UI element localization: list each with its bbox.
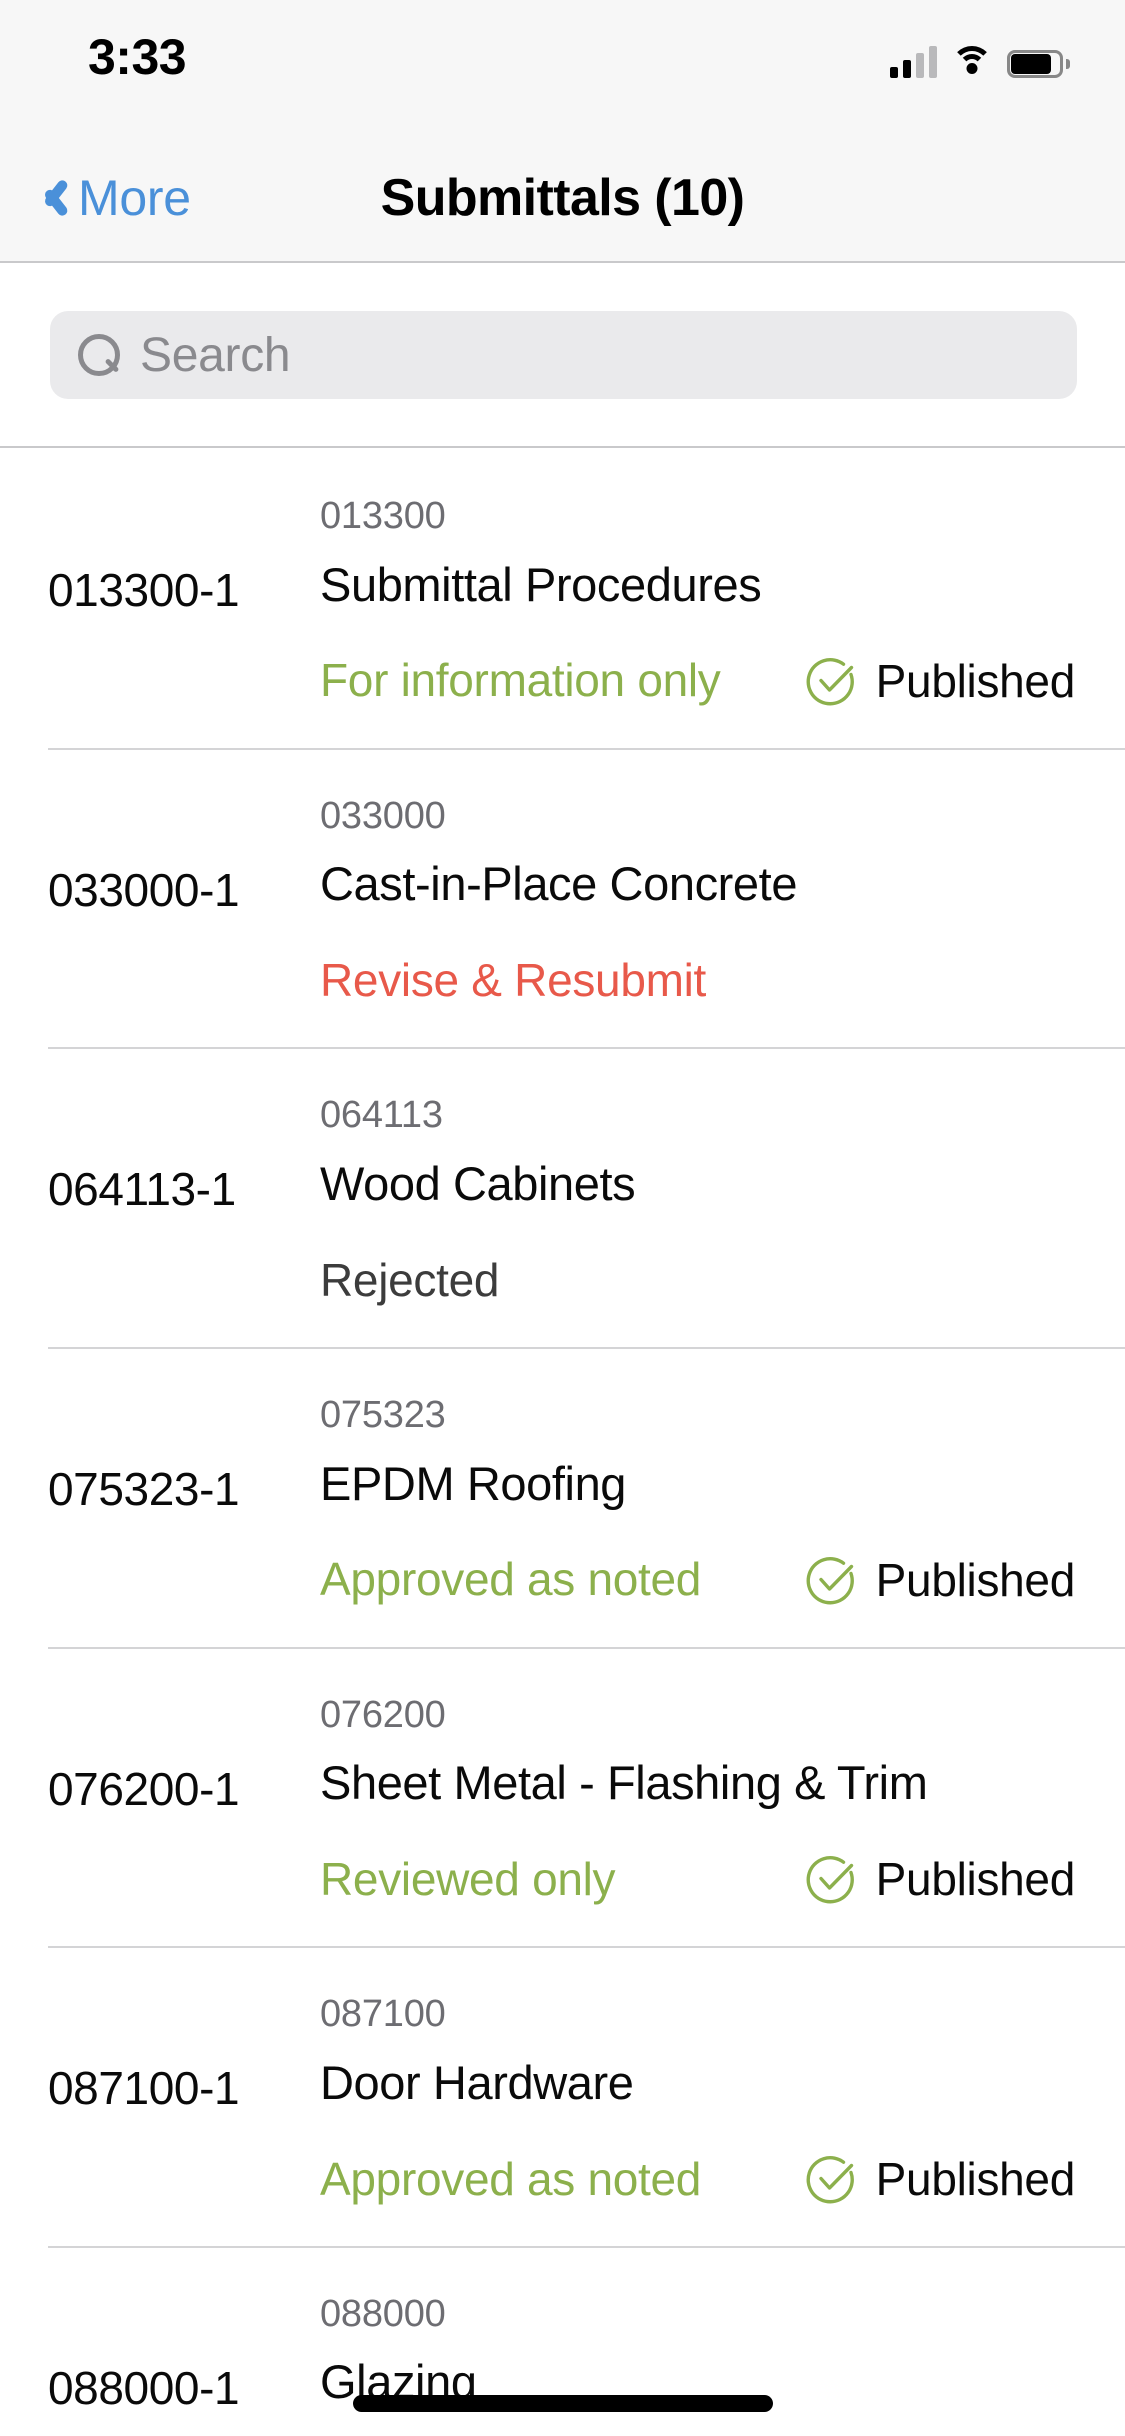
submittal-title: Cast-in-Place Concrete xyxy=(320,857,798,911)
search-input[interactable]: Search xyxy=(50,311,1077,399)
wifi-icon xyxy=(951,46,993,78)
status-badge: Revise & Resubmit xyxy=(320,953,707,1006)
app-screen: 3:33 More Submittals (10) Search 013300-… xyxy=(0,0,1125,2436)
submittal-details: 076200 Sheet Metal - Flashing & Trim Rev… xyxy=(320,1689,1085,1907)
navigation-bar: More Submittals (10) xyxy=(0,132,1125,263)
cellular-signal-icon xyxy=(890,46,937,78)
published-label: Published xyxy=(875,1853,1076,1906)
home-indicator[interactable] xyxy=(352,2395,773,2412)
submittal-status-row: Reviewed only Published xyxy=(320,1852,1085,1906)
published-badge: Published xyxy=(806,654,1075,708)
status-bar: 3:33 xyxy=(0,0,1125,132)
check-circle-icon xyxy=(806,2155,854,2204)
search-placeholder: Search xyxy=(140,328,291,382)
submittal-details: 033000 Cast-in-Place Concrete Revise & R… xyxy=(320,790,1085,1008)
submittal-title: EPDM Roofing xyxy=(320,1456,627,1510)
submittal-details: 064113 Wood Cabinets Rejected Published xyxy=(320,1089,1085,1307)
spec-section-number: 076200 xyxy=(320,1693,446,1736)
submittal-id: 088000-1 xyxy=(48,2361,240,2414)
submittal-title: Sheet Metal - Flashing & Trim xyxy=(320,1756,928,1810)
submittals-list[interactable]: 013300-1 013300 Submittal Procedures For… xyxy=(0,448,1125,2436)
status-badge: Reviewed only xyxy=(320,1852,616,1905)
list-item[interactable]: 033000-1 033000 Cast-in-Place Concrete R… xyxy=(0,747,1125,1048)
submittal-status-row: For information only Published xyxy=(320,654,1085,708)
published-label: Published xyxy=(875,654,1076,707)
list-item[interactable]: 076200-1 076200 Sheet Metal - Flashing &… xyxy=(0,1646,1125,1947)
check-circle-icon xyxy=(806,657,854,706)
spec-section-number: 075323 xyxy=(320,1393,446,1436)
list-item[interactable]: 013300-1 013300 Submittal Procedures For… xyxy=(0,448,1125,748)
published-badge: Published xyxy=(806,1553,1075,1607)
published-label: Published xyxy=(875,1553,1076,1606)
submittal-id: 013300-1 xyxy=(48,564,240,616)
back-button-label: More xyxy=(78,169,191,226)
submittal-id: 076200-1 xyxy=(48,1762,240,1815)
published-badge: Published xyxy=(806,1852,1075,1906)
submittal-status-row: Rejected Published xyxy=(320,1253,1085,1307)
submittal-id: 033000-1 xyxy=(48,863,240,916)
submittal-details: 075323 EPDM Roofing Approved as noted Pu… xyxy=(320,1389,1085,1607)
spec-section-number: 013300 xyxy=(320,495,446,537)
search-icon xyxy=(78,334,120,376)
status-badge: Approved as noted xyxy=(320,1553,702,1606)
submittal-details: 013300 Submittal Procedures For informat… xyxy=(320,490,1085,708)
submittal-details: 088000 Glazing In Review Published xyxy=(320,2288,1085,2436)
chevron-left-icon xyxy=(38,172,68,224)
spec-section-number: 088000 xyxy=(320,2292,446,2335)
check-circle-icon xyxy=(806,1856,854,1904)
spec-section-number: 033000 xyxy=(320,794,446,837)
status-bar-indicators xyxy=(890,38,1070,78)
submittal-id: 075323-1 xyxy=(48,1462,240,1515)
submittal-title: Wood Cabinets xyxy=(320,1156,636,1210)
submittal-title: Submittal Procedures xyxy=(320,557,762,611)
submittal-status-row: Approved as noted Published xyxy=(320,2152,1085,2206)
status-bar-time: 3:33 xyxy=(88,29,187,85)
list-item[interactable]: 064113-1 064113 Wood Cabinets Rejected P… xyxy=(0,1047,1125,1347)
list-item[interactable]: 075323-1 075323 EPDM Roofing Approved as… xyxy=(0,1346,1125,1647)
battery-icon xyxy=(1007,50,1070,78)
published-label: Published xyxy=(875,2152,1076,2205)
submittal-id: 064113-1 xyxy=(48,1163,236,1216)
submittal-details: 087100 Door Hardware Approved as noted P… xyxy=(320,1988,1085,2206)
status-badge: Rejected xyxy=(320,1253,500,1306)
submittal-status-row: Revise & Resubmit Published xyxy=(320,953,1085,1007)
back-button[interactable]: More xyxy=(28,132,201,263)
submittal-id: 087100-1 xyxy=(48,2062,240,2115)
spec-section-number: 087100 xyxy=(320,1993,446,2036)
spec-section-number: 064113 xyxy=(320,1094,443,1137)
published-badge: Published xyxy=(806,2152,1075,2206)
search-section: Search xyxy=(0,263,1125,448)
status-badge: Approved as noted xyxy=(320,2152,702,2205)
submittal-status-row: Approved as noted Published xyxy=(320,1553,1085,1607)
check-circle-icon xyxy=(806,1556,854,1605)
list-item[interactable]: 087100-1 087100 Door Hardware Approved a… xyxy=(0,1946,1125,2246)
status-badge: For information only xyxy=(320,654,721,707)
submittal-title: Door Hardware xyxy=(320,2055,634,2109)
